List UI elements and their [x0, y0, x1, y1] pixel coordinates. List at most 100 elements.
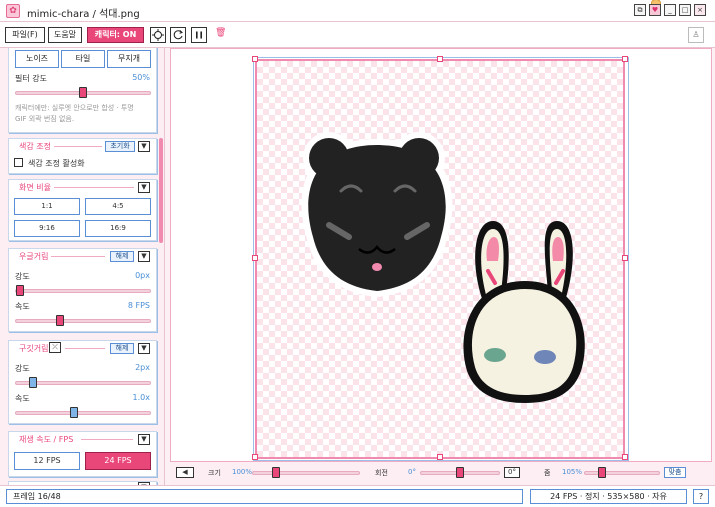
collapse-icon[interactable]: ▼ — [138, 343, 150, 354]
rainbow-button[interactable]: 무지개 — [107, 50, 151, 68]
effect-note-line-2: GIF 외곽 번짐 없음. — [15, 115, 75, 123]
divider — [54, 146, 102, 147]
heart-icon[interactable]: ♥ — [649, 4, 661, 16]
filter-strength-knob[interactable] — [79, 87, 87, 98]
wobble-speed-slider[interactable] — [15, 407, 151, 418]
zoom-knob[interactable] — [598, 467, 607, 478]
character-toggle-button[interactable]: 캐릭터: ON — [87, 27, 144, 43]
wobble-release-button[interactable]: 해제 — [110, 343, 134, 354]
effect-note-line-1: 캐릭터에만: 실루엣 안으로만 합성 · 투명 — [15, 104, 134, 112]
wobble-speed-value: 1.0x — [132, 393, 150, 402]
aspect-ratio-section: 화면 비율 ▼ 1:1 4:5 9:16 16:9 — [8, 179, 157, 241]
aspect-9-16-button[interactable]: 9:16 — [14, 220, 80, 237]
wobble-strength-knob[interactable] — [28, 377, 37, 388]
title-bar: ✿ mimic-chara / 석대.png ⧉ ♥ _ □ × — [0, 0, 715, 22]
filter-strength-label: 필터 강도 — [15, 74, 47, 83]
bounce-strength-slider[interactable] — [15, 285, 151, 296]
noise-button[interactable]: 노이즈 — [15, 50, 59, 68]
aspect-4-5-button[interactable]: 4:5 — [85, 198, 151, 215]
resize-handle-w[interactable] — [252, 255, 258, 261]
zoom-value: 105% — [562, 468, 583, 476]
bounce-strength-knob[interactable] — [16, 285, 24, 296]
toolbar: 파일(F) 도움말 캐릭터: ON 🗑 ♙ — [0, 22, 715, 48]
bounce-section: 우글거림 해제 ▼ 강도 0px 속도 8 FPS — [8, 248, 157, 332]
file-menu-button[interactable]: 파일(F) — [5, 27, 45, 43]
rotate-value: 0° — [408, 468, 416, 476]
bounce-strength-label: 강도 — [15, 272, 30, 281]
filter-strength-value: 50% — [132, 73, 150, 82]
resize-handle-s[interactable] — [437, 454, 443, 460]
color-adjust-section: 색감 조정 초기화 ▼ 색감 조정 활성화 — [8, 138, 157, 174]
rotate-slider[interactable] — [420, 467, 500, 478]
bear-character — [301, 132, 453, 297]
collapse-icon[interactable]: ▼ — [138, 251, 150, 262]
resize-handle-nw[interactable] — [252, 56, 258, 62]
rotate-knob[interactable] — [456, 467, 464, 478]
resize-handle-se[interactable] — [622, 454, 628, 460]
bounce-speed-label: 속도 — [15, 302, 30, 311]
prev-frame-icon[interactable]: ◀ — [176, 467, 194, 478]
wobble-strength-value: 2px — [135, 363, 150, 372]
filter-strength-slider[interactable] — [15, 87, 151, 98]
bounce-speed-knob[interactable] — [56, 315, 65, 326]
wobble-strength-slider[interactable] — [15, 377, 151, 388]
fps-24-button[interactable]: 24 FPS — [85, 452, 151, 470]
size-knob[interactable] — [271, 467, 280, 478]
bounce-speed-slider[interactable] — [15, 315, 151, 326]
divider — [81, 439, 133, 440]
crosshair-icon[interactable] — [150, 27, 166, 43]
panel-scrollbar[interactable] — [159, 138, 163, 243]
size-value: 100% — [232, 468, 253, 476]
bounce-release-button[interactable]: 해제 — [110, 251, 134, 262]
canvas-controls: ◀ 크기 100% 회전 0° 0° 줌 105% 맞춤 — [170, 462, 715, 485]
image-stage[interactable] — [255, 59, 625, 459]
aspect-16-9-button[interactable]: 16:9 — [85, 220, 151, 237]
aspect-1-1-button[interactable]: 1:1 — [14, 198, 80, 215]
zoom-slider[interactable] — [584, 467, 660, 478]
color-adjust-header: 색감 조정 — [19, 142, 51, 151]
help-menu-button[interactable]: 도움말 — [48, 27, 82, 43]
wobble-strength-label: 강도 — [15, 364, 30, 373]
zoom-label: 줌 — [544, 469, 551, 477]
fps-12-button[interactable]: 12 FPS — [14, 452, 80, 470]
pause-icon[interactable] — [191, 27, 207, 43]
collapse-icon[interactable]: ▼ — [138, 434, 150, 445]
playback-section: 재생 속도 / FPS ▼ 12 FPS 24 FPS — [8, 431, 157, 477]
help-button[interactable]: ? — [693, 489, 709, 504]
collapse-icon[interactable]: ▼ — [138, 182, 150, 193]
close-button[interactable]: × — [694, 4, 706, 16]
maximize-button[interactable]: □ — [679, 4, 691, 16]
playback-header: 재생 속도 / FPS — [19, 435, 74, 444]
bunny-character — [463, 221, 585, 403]
fit-button[interactable]: 맞춤 — [664, 467, 686, 478]
size-slider[interactable] — [252, 467, 360, 478]
canvas-area — [170, 48, 712, 462]
rotate-icon[interactable] — [170, 27, 186, 43]
resize-handle-e[interactable] — [622, 255, 628, 261]
tile-button[interactable]: 타일 — [61, 50, 105, 68]
resize-handle-n[interactable] — [437, 56, 443, 62]
status-bar: 프레임 16/48 24 FPS · 정지 · 535×580 · 자유 ? — [0, 485, 715, 507]
size-label: 크기 — [208, 469, 221, 477]
wobble-header: 구깃거림 — [19, 344, 49, 353]
restore-icon[interactable]: ⧉ — [634, 4, 646, 16]
unlink-icon[interactable]: ⤫ — [49, 342, 61, 353]
person-icon[interactable]: ♙ — [688, 27, 704, 43]
effects-section: 노이즈 타일 무지개 필터 강도 50% 캐릭터에만: 실루엣 안으로만 합성 … — [8, 48, 157, 133]
color-adjust-checkbox[interactable] — [14, 158, 23, 167]
bounce-strength-value: 0px — [135, 271, 150, 280]
color-reset-button[interactable]: 초기화 — [105, 141, 135, 152]
window-controls: ⧉ ♥ _ □ × — [634, 4, 706, 16]
divider — [54, 187, 134, 188]
wobble-section: 구깃거림 ⤫ 해제 ▼ 강도 2px 속도 1.0x — [8, 340, 157, 424]
trash-icon[interactable]: 🗑 — [215, 28, 226, 38]
resize-handle-ne[interactable] — [622, 56, 628, 62]
app-logo-icon: ✿ — [6, 4, 20, 18]
resize-handle-sw[interactable] — [252, 454, 258, 460]
collapse-icon[interactable]: ▼ — [138, 141, 150, 152]
bounce-header: 우글거림 — [19, 252, 49, 261]
rotate-label: 회전 — [375, 469, 388, 477]
rotate-input[interactable]: 0° — [504, 467, 520, 478]
minimize-button[interactable]: _ — [664, 4, 676, 16]
wobble-speed-knob[interactable] — [70, 407, 79, 418]
